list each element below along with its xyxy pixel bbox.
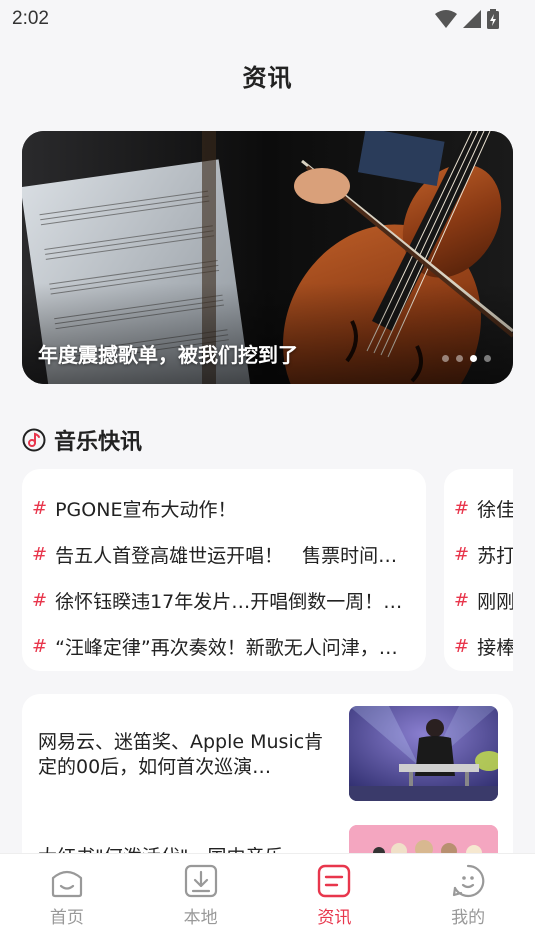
bottom-navigation: 首页 本地 资讯 我的 [0, 853, 535, 951]
news-item[interactable]: # 徐怀钰睽违17年发片…开唱倒数一周！… [22, 577, 426, 623]
hash-icon: # [32, 635, 48, 657]
nav-label: 本地 [183, 908, 218, 928]
wifi-icon [435, 10, 457, 28]
nav-news[interactable]: 资讯 [268, 854, 402, 951]
section-title: 音乐快讯 [54, 430, 143, 455]
news-item[interactable]: # 苏打 [444, 531, 513, 577]
home-icon [51, 870, 82, 898]
status-icons [435, 9, 499, 29]
section-header: 音乐快讯 [22, 424, 142, 456]
news-item-text: PGONE宣布大动作！ [55, 498, 237, 521]
carousel-dot-active[interactable] [470, 355, 477, 362]
nav-label: 首页 [49, 908, 84, 928]
news-item-text: 刚刚 [477, 590, 513, 613]
nav-profile[interactable]: 我的 [401, 854, 535, 951]
news-card: # 徐佳 # 苏打 # 刚刚 # 接棒 [444, 469, 513, 671]
carousel-dot[interactable] [456, 355, 463, 362]
banner-carousel[interactable]: 年度震撼歌单，被我们挖到了 [22, 131, 513, 384]
article-list: 网易云、迷笛奖、Apple Music肯定的00后，如何首次巡演… 大红书"何泼… [22, 694, 513, 864]
news-item-text: “汪峰定律”再次奏效！新歌无人问津，… [55, 636, 398, 659]
carousel-dot[interactable] [442, 355, 449, 362]
news-item[interactable]: # 告五人首登高雄世运开唱！ 售票时间… [22, 531, 426, 577]
hash-icon: # [454, 589, 470, 611]
article-title[interactable]: 网易云、迷笛奖、Apple Music肯定的00后，如何首次巡演… [38, 730, 338, 780]
news-item-text: 接棒 [477, 636, 513, 659]
hash-icon: # [32, 497, 48, 519]
hash-icon: # [32, 589, 48, 611]
hash-icon: # [454, 497, 470, 519]
status-bar: 2:02 [0, 0, 535, 38]
status-time: 2:02 [12, 8, 49, 29]
news-item-text: 徐佳 [477, 498, 513, 521]
news-item-text: 徐怀钰睽违17年发片…开唱倒数一周！… [55, 590, 403, 613]
hash-icon: # [32, 543, 48, 565]
nav-local[interactable]: 本地 [134, 854, 268, 951]
banner-caption: 年度震撼歌单，被我们挖到了 [38, 343, 298, 367]
concert-image [349, 706, 498, 801]
profile-icon [453, 864, 485, 898]
news-item[interactable]: # 徐佳 [444, 485, 513, 531]
news-item-text: 告五人首登高雄世运开唱！ 售票时间… [55, 544, 398, 567]
news-item[interactable]: # 接棒 [444, 623, 513, 669]
news-item[interactable]: # PGONE宣布大动作！ [22, 485, 426, 531]
hash-icon: # [454, 635, 470, 657]
news-item-text: 苏打 [477, 544, 513, 567]
page-title: 资讯 [242, 64, 293, 92]
news-icon [318, 864, 351, 898]
hash-icon: # [454, 543, 470, 565]
download-icon [184, 864, 217, 898]
article-thumbnail[interactable] [349, 706, 498, 801]
battery-icon [487, 9, 499, 29]
nav-label: 资讯 [317, 908, 352, 928]
news-card: # PGONE宣布大动作！ # 告五人首登高雄世运开唱！ 售票时间… # 徐怀钰… [22, 469, 426, 671]
signal-icon [463, 10, 481, 28]
nav-home[interactable]: 首页 [0, 854, 134, 951]
music-note-icon [22, 428, 46, 452]
news-item[interactable]: # “汪峰定律”再次奏效！新歌无人问津，… [22, 623, 426, 669]
news-item[interactable]: # 刚刚 [444, 577, 513, 623]
carousel-dot[interactable] [484, 355, 491, 362]
carousel-dots [442, 355, 491, 362]
nav-label: 我的 [451, 908, 486, 928]
